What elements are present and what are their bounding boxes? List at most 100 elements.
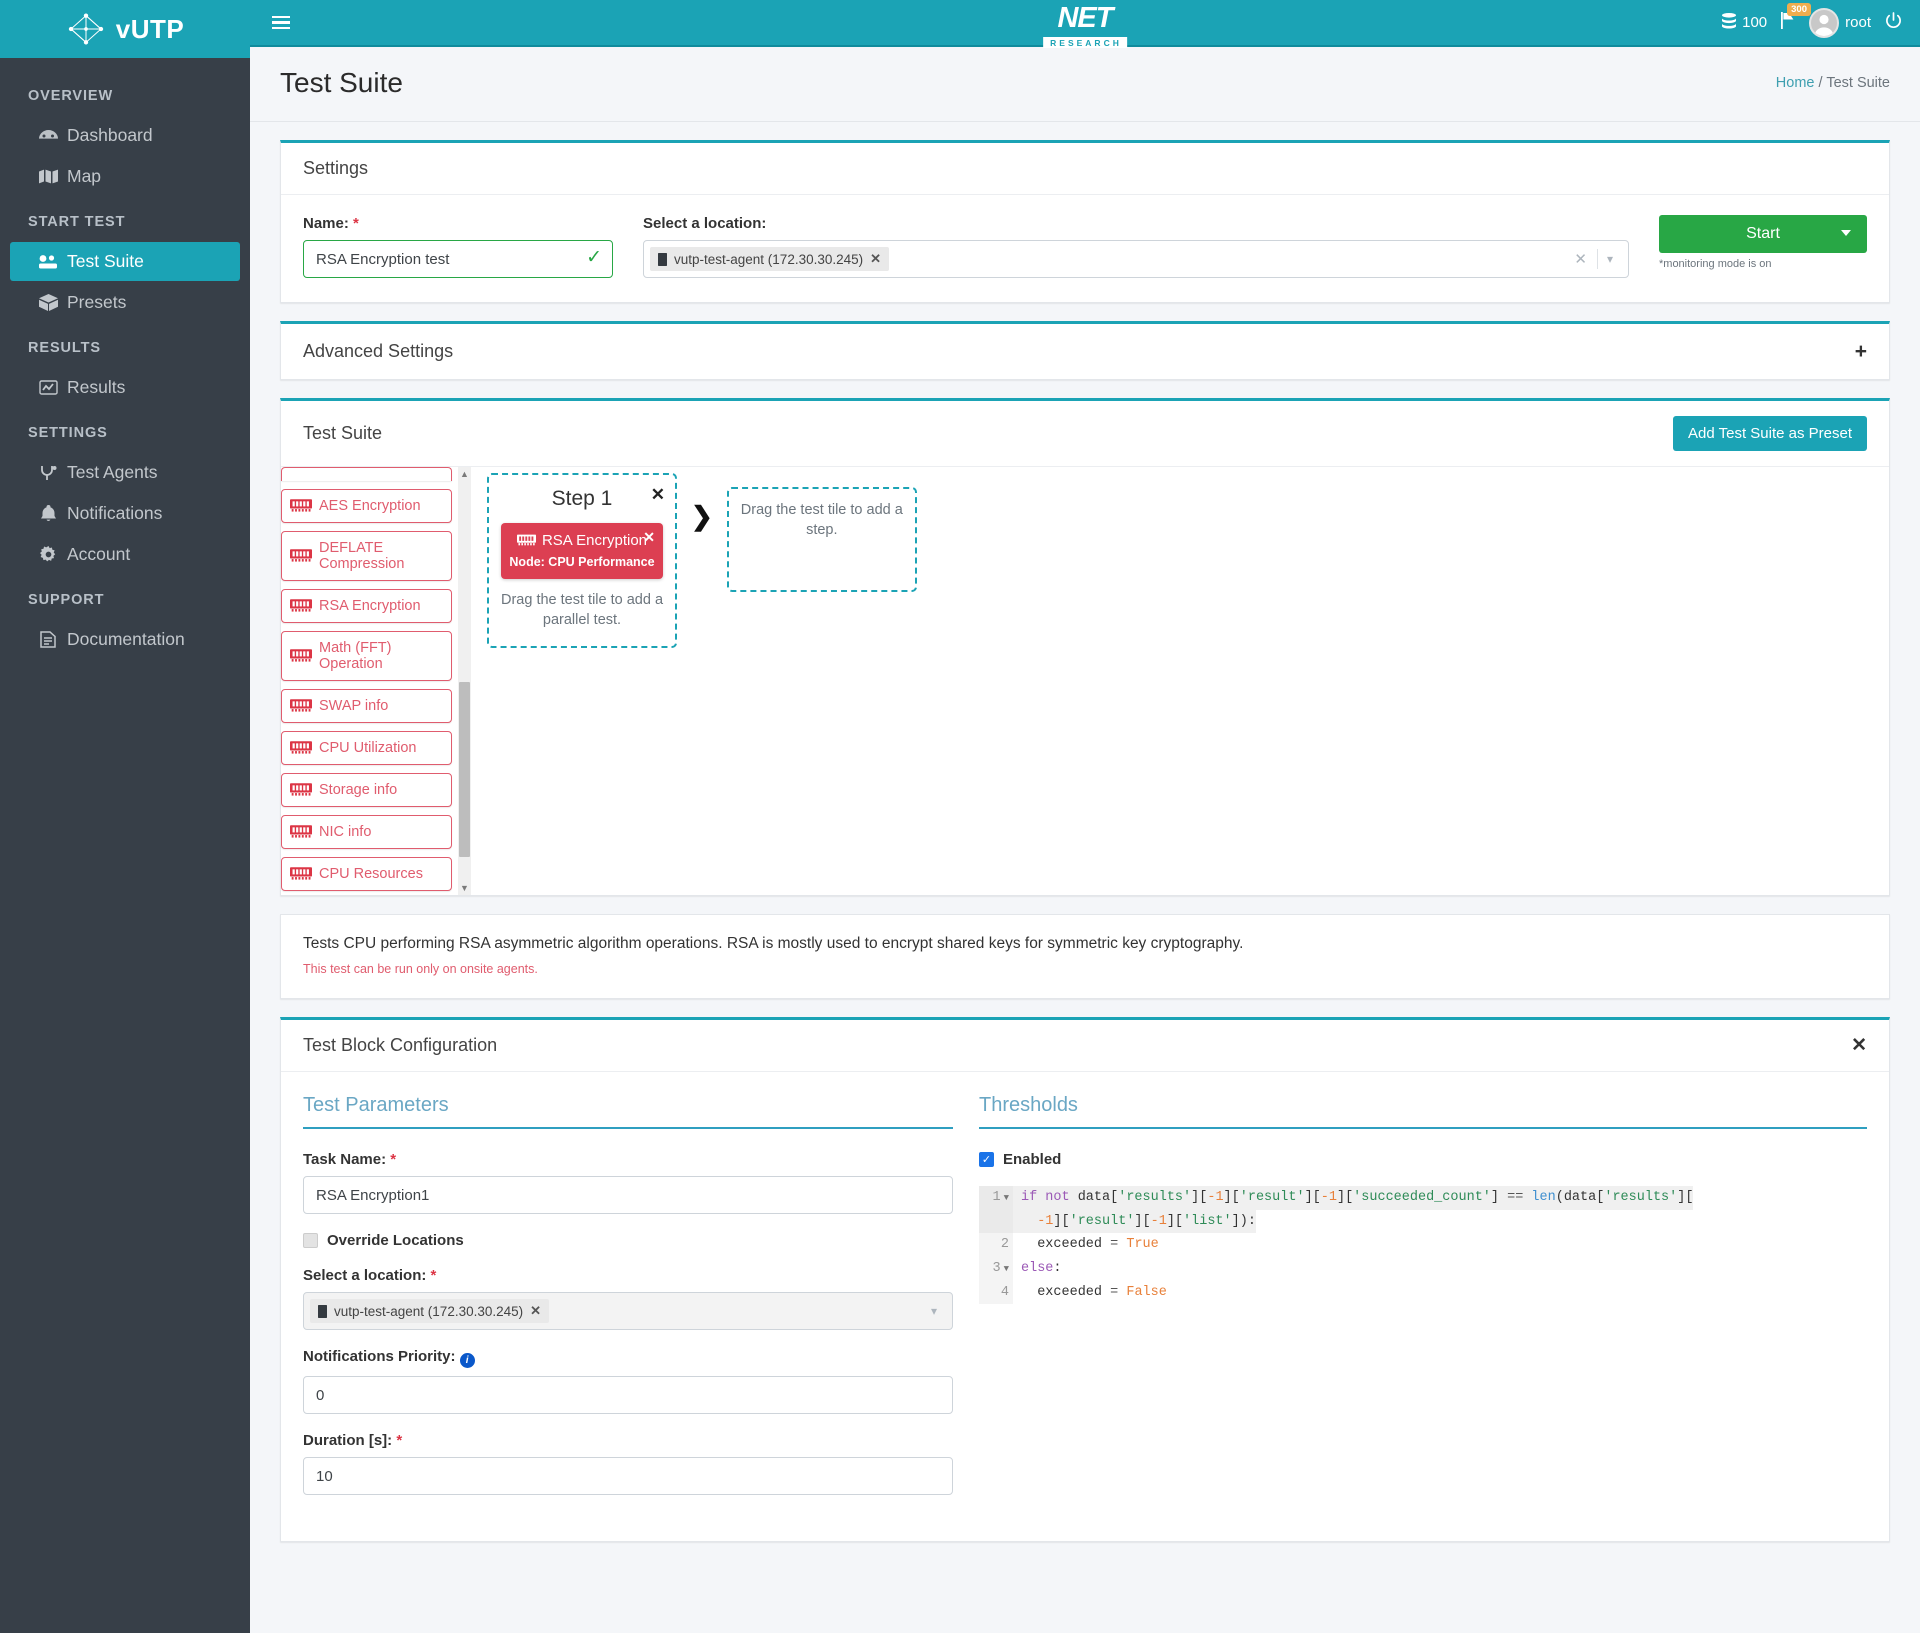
test-description-warning: This test can be run only on onsite agen… [303, 962, 538, 976]
thresholds-enabled-label: Enabled [1003, 1151, 1062, 1168]
test-block-configuration-card: Test Block Configuration ✕ Test Paramete… [280, 1017, 1890, 1542]
test-tile[interactable]: SWAP info [281, 689, 452, 723]
sidebar-item-test-suite[interactable]: Test Suite [10, 242, 240, 281]
brand-logo-area[interactable]: vUTP [0, 0, 250, 58]
test-tile[interactable]: RSA Encryption [281, 589, 452, 623]
close-icon[interactable]: ✕ [651, 485, 665, 505]
sidebar-item-label: Results [67, 377, 126, 397]
box-icon [38, 293, 58, 313]
sidebar-item-test-agents[interactable]: Test Agents [10, 453, 240, 492]
location-chip-label: vutp-test-agent (172.30.30.245) [674, 251, 864, 267]
scroll-up-icon[interactable]: ▲ [460, 469, 469, 479]
test-tile[interactable]: CPU Resources [281, 857, 452, 891]
sidebar-item-account[interactable]: Account [10, 535, 240, 574]
test-name-input[interactable] [303, 240, 613, 278]
scroll-down-icon[interactable]: ▼ [460, 883, 469, 893]
breadcrumb: Home / Test Suite [1776, 75, 1890, 91]
override-locations-checkbox[interactable] [303, 1233, 318, 1248]
step-1-box[interactable]: ✕ Step 1 ✕ RSA Encryption Node: CPU Perf… [487, 473, 677, 649]
sidebar-item-dashboard[interactable]: Dashboard [10, 116, 240, 155]
block-location-select[interactable]: vutp-test-agent (172.30.30.245) ✕ ▾ [303, 1292, 953, 1330]
override-locations-row[interactable]: Override Locations [303, 1232, 953, 1249]
select-clear-icon[interactable]: ✕ [1564, 250, 1597, 268]
sidebar-item-documentation[interactable]: Documentation [10, 620, 240, 659]
test-tile[interactable]: AES Encryption [281, 489, 452, 523]
sidebar-item-notifications[interactable]: Notifications [10, 494, 240, 533]
advanced-settings-header[interactable]: Advanced Settings + [281, 324, 1889, 379]
test-tile[interactable]: Storage info [281, 773, 452, 807]
close-icon[interactable]: ✕ [643, 529, 655, 546]
location-chip: vutp-test-agent (172.30.30.245) ✕ [310, 1299, 550, 1323]
test-description-text: Tests CPU performing RSA asymmetric algo… [303, 935, 1244, 952]
caret-down-icon[interactable] [1841, 230, 1851, 236]
database-icon [1722, 12, 1737, 33]
gear-icon [38, 545, 58, 565]
scrollbar-thumb[interactable] [459, 682, 470, 857]
flag-indicator[interactable]: 300 [1781, 3, 1811, 33]
credits-indicator[interactable]: 100 [1722, 12, 1767, 33]
task-name-input[interactable] [303, 1176, 953, 1214]
nav-section-support: SUPPORT [28, 592, 105, 608]
test-tile[interactable]: CPU Utilization [281, 731, 452, 765]
line-number: 3 ▼ [979, 1256, 1013, 1281]
chip-remove-icon[interactable]: ✕ [870, 251, 881, 267]
code-line-wrap[interactable]: -1]['result'][-1]['list']): [979, 1209, 1867, 1234]
avatar [1809, 7, 1840, 38]
notifications-priority-input[interactable] [303, 1376, 953, 1414]
nav-section-start-test: START TEST [28, 214, 126, 230]
chevron-down-icon[interactable]: ▾ [922, 1304, 946, 1318]
location-chip: vutp-test-agent (172.30.30.245) ✕ [650, 247, 890, 271]
main-area: NET RESEARCH 100 300 root Test Suite Hom… [250, 0, 1920, 1633]
sidebar-item-results[interactable]: Results [10, 368, 240, 407]
close-icon[interactable]: ✕ [1851, 1036, 1867, 1055]
block-location-label-text: Select a location: [303, 1267, 427, 1284]
code-line[interactable]: 2 exceeded = True [979, 1233, 1867, 1257]
tile-partial[interactable] [281, 467, 452, 481]
task-name-field: Task Name: * [303, 1151, 953, 1214]
user-menu[interactable]: root [1809, 7, 1871, 38]
step-title: Step 1 [551, 487, 613, 510]
parallel-drop-hint: Drag the test tile to add a parallel tes… [501, 592, 664, 628]
test-suite-title: Test Suite [303, 423, 383, 443]
code-line[interactable]: 3 ▼ else: [979, 1256, 1867, 1281]
breadcrumb-current: Test Suite [1826, 75, 1890, 91]
add-step-dropzone[interactable]: Drag the test tile to add a step. [726, 487, 917, 592]
hamburger-icon[interactable] [272, 15, 290, 30]
test-tile[interactable]: NIC info [281, 815, 452, 849]
logout-button[interactable] [1885, 12, 1902, 33]
duration-input[interactable] [303, 1457, 953, 1495]
code-line[interactable]: 1 ▼ if not data['results'][-1]['result'][… [979, 1186, 1867, 1210]
test-block-node: Node: CPU Performance [509, 555, 655, 569]
sidebar-item-presets[interactable]: Presets [10, 283, 240, 322]
notifications-priority-label-text: Notifications Priority: [303, 1348, 456, 1365]
topbar-right: 100 300 root [1722, 3, 1902, 38]
location-select[interactable]: vutp-test-agent (172.30.30.245) ✕ ✕ ▾ [643, 240, 1629, 278]
fold-icon[interactable]: ▼ [1001, 1264, 1009, 1274]
start-button[interactable]: Start [1659, 215, 1867, 253]
required-asterisk: * [348, 215, 359, 232]
info-icon[interactable]: i [459, 1353, 475, 1368]
thresholds-enabled-row[interactable]: ✓ Enabled [979, 1151, 1867, 1168]
chip-remove-icon[interactable]: ✕ [530, 1303, 541, 1319]
topbar: NET RESEARCH 100 300 root [250, 0, 1920, 48]
bell-icon [38, 504, 58, 524]
plus-icon[interactable]: + [1855, 341, 1867, 362]
sidebar-item-label: Map [67, 166, 102, 186]
breadcrumb-separator: / [1818, 75, 1823, 91]
monitoring-note: *monitoring mode is on [1659, 258, 1772, 270]
tile-list-scrollbar[interactable]: ▲ ▼ [458, 467, 471, 895]
advanced-settings-card[interactable]: Advanced Settings + [280, 321, 1890, 380]
code-line[interactable]: 4 exceeded = False [979, 1280, 1867, 1305]
add-test-suite-as-preset-button[interactable]: Add Test Suite as Preset [1673, 416, 1867, 451]
test-block-rsa-encryption[interactable]: ✕ RSA Encryption Node: CPU Performance [501, 523, 663, 579]
test-tile[interactable]: Math (FFT) Operation [281, 631, 452, 681]
chevron-down-icon[interactable]: ▾ [1598, 252, 1622, 266]
test-tile[interactable]: DEFLATE Compression [281, 531, 452, 581]
breadcrumb-home[interactable]: Home [1776, 75, 1815, 91]
sidebar-item-map[interactable]: Map [10, 157, 240, 196]
fold-icon[interactable]: ▼ [1001, 1193, 1009, 1203]
test-suite-builder: AES Encryption DEFLATE Compression RSA E… [281, 467, 1889, 895]
ram-icon [290, 783, 312, 796]
thresholds-code-editor[interactable]: 1 ▼ if not data['results'][-1]['result'][… [979, 1186, 1867, 1305]
thresholds-enabled-checkbox[interactable]: ✓ [979, 1152, 994, 1167]
